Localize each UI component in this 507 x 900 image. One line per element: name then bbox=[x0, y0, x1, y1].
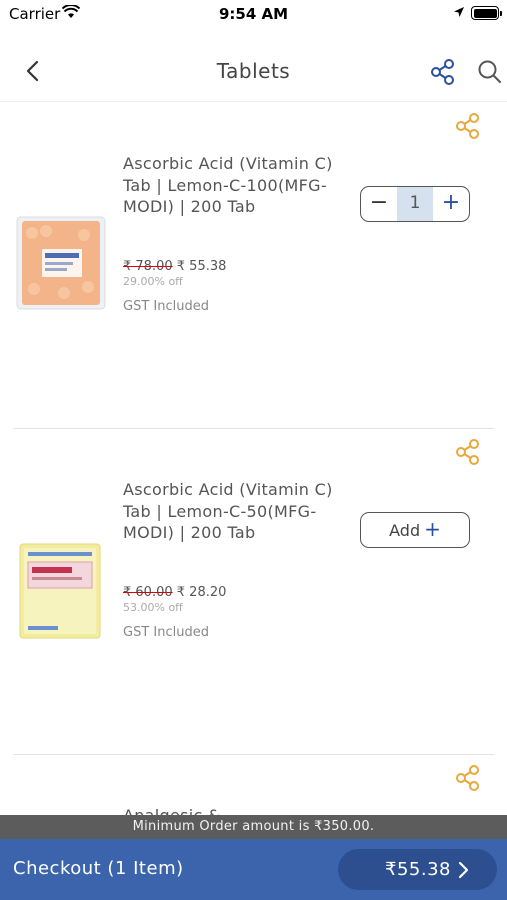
product-card: Ascorbic Acid (Vitamin C) Tab | Lemon-C-… bbox=[0, 103, 507, 429]
share-icon[interactable] bbox=[454, 438, 482, 466]
location-arrow-icon bbox=[454, 7, 464, 17]
product-name[interactable]: Analgesic & bbox=[123, 805, 333, 815]
checkout-total: ₹55.38 bbox=[385, 859, 451, 880]
quantity-value: 1 bbox=[397, 187, 433, 221]
product-price: ₹ 78.00 ₹ 55.38 bbox=[123, 259, 226, 274]
product-price: ₹ 60.00 ₹ 28.20 bbox=[123, 585, 226, 600]
product-mrp: ₹ 78.00 bbox=[123, 259, 173, 274]
quantity-stepper: − 1 + bbox=[360, 186, 470, 222]
product-discount: 53.00% off bbox=[123, 601, 183, 614]
decrease-quantity-button[interactable]: − bbox=[361, 187, 397, 221]
product-image[interactable] bbox=[14, 540, 108, 640]
share-icon[interactable] bbox=[428, 57, 458, 87]
add-button-label: Add bbox=[389, 521, 421, 540]
product-card: Analgesic & bbox=[0, 755, 507, 815]
product-name[interactable]: Ascorbic Acid (Vitamin C) Tab | Lemon-C-… bbox=[123, 479, 333, 544]
share-icon[interactable] bbox=[454, 112, 482, 140]
share-icon[interactable] bbox=[454, 764, 482, 792]
product-image[interactable] bbox=[14, 213, 108, 313]
product-sale-price: ₹ 28.20 bbox=[176, 585, 227, 600]
product-mrp: ₹ 60.00 bbox=[123, 585, 173, 600]
add-to-cart-button[interactable]: Add + bbox=[360, 512, 470, 548]
chevron-right-icon bbox=[458, 861, 469, 879]
checkout-label: Checkout (1 Item) bbox=[13, 858, 184, 879]
status-bar: Carrier 9:54 AM bbox=[0, 0, 507, 28]
nav-bar: Tablets bbox=[0, 40, 507, 102]
gst-note: GST Included bbox=[123, 299, 209, 314]
battery-icon bbox=[471, 6, 502, 20]
checkout-total-button[interactable]: ₹55.38 bbox=[338, 849, 497, 890]
minimum-order-banner: Minimum Order amount is ₹350.00. bbox=[0, 815, 507, 839]
increase-quantity-button[interactable]: + bbox=[433, 187, 469, 221]
search-icon[interactable] bbox=[475, 57, 505, 87]
checkout-bar[interactable]: Checkout (1 Item) ₹55.38 bbox=[0, 839, 507, 900]
plus-icon: + bbox=[424, 517, 441, 541]
product-sale-price: ₹ 55.38 bbox=[176, 259, 227, 274]
clock: 9:54 AM bbox=[218, 5, 289, 23]
product-card: Ascorbic Acid (Vitamin C) Tab | Lemon-C-… bbox=[0, 429, 507, 755]
product-discount: 29.00% off bbox=[123, 275, 183, 288]
product-name[interactable]: Ascorbic Acid (Vitamin C) Tab | Lemon-C-… bbox=[123, 153, 333, 218]
gst-note: GST Included bbox=[123, 625, 209, 640]
